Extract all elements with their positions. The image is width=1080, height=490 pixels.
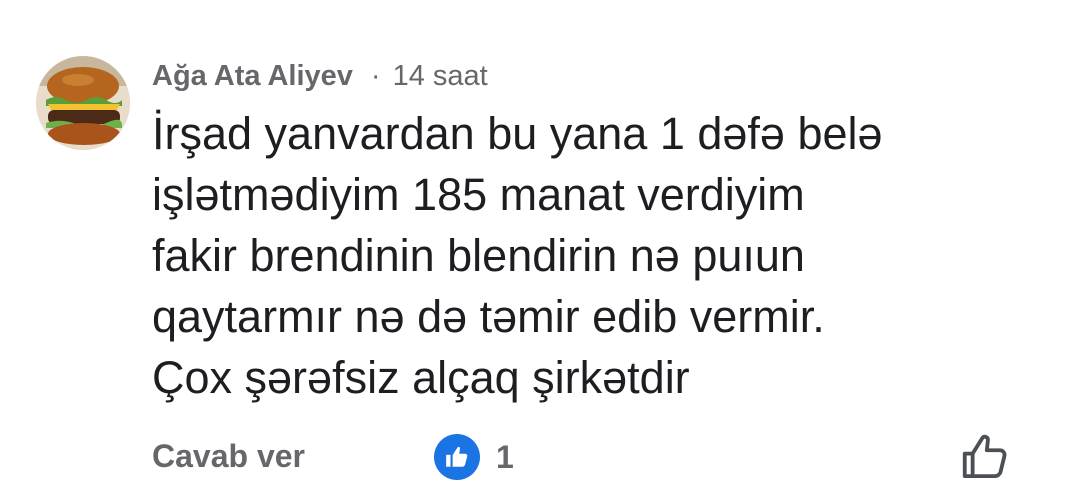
burger-avatar-image [36, 56, 130, 150]
comment-timestamp[interactable]: 14 saat [393, 60, 488, 93]
reaction-summary[interactable]: 1 [434, 433, 514, 481]
reply-button[interactable]: Cavab ver [152, 432, 305, 480]
reaction-count: 1 [496, 438, 514, 475]
comment-text-line: işlətmədiyim 185 manat verdiyim [152, 169, 805, 220]
reply-button-label: Cavab ver [152, 437, 305, 474]
meta-separator: · [370, 59, 381, 92]
thumbs-up-outline-icon [962, 434, 1007, 479]
comment-text-line: Çox şərəfsiz alçaq şirkətdir [152, 352, 690, 403]
author-name[interactable]: Ağa Ata Aliyev [152, 60, 353, 93]
comment-text-line: İrşad yanvardan bu yana 1 dəfə belə [152, 108, 883, 159]
comment-text: İrşad yanvardan bu yana 1 dəfə belə işlə… [152, 103, 1052, 408]
like-button[interactable] [958, 430, 1012, 484]
thumbs-up-filled-icon [434, 434, 480, 480]
comment-header: Ağa Ata Aliyev · 14 saat [152, 56, 488, 96]
comment-text-line: qaytarmır nə də təmir edib vermir. [152, 291, 825, 342]
comment-avatar[interactable] [36, 56, 130, 150]
comment-text-line: fakir brendinin blendirin nə puıun [152, 230, 805, 281]
